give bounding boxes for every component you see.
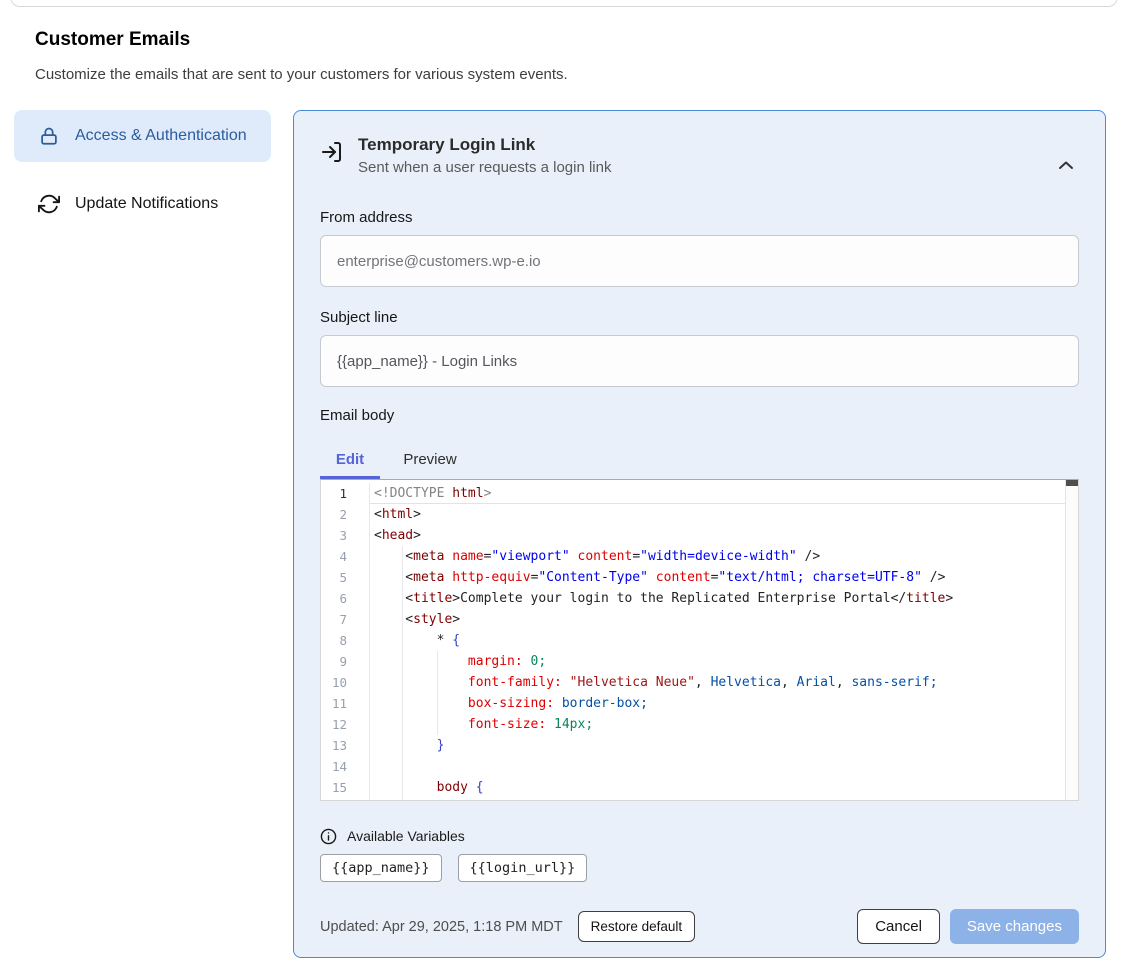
panel-footer: Updated: Apr 29, 2025, 1:18 PM MDT Resto… xyxy=(320,909,1079,944)
login-icon xyxy=(320,140,344,187)
code-line: 13 } xyxy=(321,735,1078,756)
email-types-sidebar: Access & Authentication Update Notificat… xyxy=(14,110,271,230)
tab-preview[interactable]: Preview xyxy=(380,439,480,479)
code-line: 5 <meta http-equiv="Content-Type" conten… xyxy=(321,567,1078,588)
code-line: 1<!DOCTYPE html> xyxy=(321,483,1078,504)
code-line: 15 body { xyxy=(321,777,1078,798)
code-line: 9 margin: 0; xyxy=(321,651,1078,672)
updated-timestamp: Updated: Apr 29, 2025, 1:18 PM MDT xyxy=(320,919,563,935)
subject-line-label: Subject line xyxy=(320,309,1079,327)
email-body-tabs: Edit Preview xyxy=(320,439,1079,479)
code-line: 14 xyxy=(321,756,1078,777)
code-line: 3<head> xyxy=(321,525,1078,546)
sidebar-item-label: Update Notifications xyxy=(75,192,218,216)
indent-guide xyxy=(402,546,403,800)
page-subtitle: Customize the emails that are sent to yo… xyxy=(35,66,568,83)
code-line: 16 background-color: #f8f8f8; xyxy=(321,798,1078,801)
code-line: 10 font-family: "Helvetica Neue", Helvet… xyxy=(321,672,1078,693)
indent-guide xyxy=(437,651,438,735)
lock-icon xyxy=(38,125,60,147)
code-line: 4 <meta name="viewport" content="width=d… xyxy=(321,546,1078,567)
info-icon xyxy=(320,828,337,845)
variable-chip-login-url[interactable]: {{login_url}} xyxy=(458,854,588,882)
cancel-button[interactable]: Cancel xyxy=(857,909,940,944)
variable-chip-app-name[interactable]: {{app_name}} xyxy=(320,854,442,882)
from-address-label: From address xyxy=(320,209,1079,227)
tab-edit[interactable]: Edit xyxy=(320,439,380,479)
page-title: Customer Emails xyxy=(35,29,190,51)
code-lines: 1<!DOCTYPE html>2<html>3<head>4 <meta na… xyxy=(321,480,1078,801)
sidebar-item-update-notifications[interactable]: Update Notifications xyxy=(14,178,271,230)
code-line: 11 box-sizing: border-box; xyxy=(321,693,1078,714)
refresh-icon xyxy=(38,193,60,215)
code-line: 6 <title>Complete your login to the Repl… xyxy=(321,588,1078,609)
available-variables: Available Variables xyxy=(320,827,1079,845)
code-line: 8 * { xyxy=(321,630,1078,651)
panel-header: Temporary Login Link Sent when a user re… xyxy=(320,135,1079,187)
editor-scrollbar[interactable] xyxy=(1065,480,1078,800)
code-line: 2<html> xyxy=(321,504,1078,525)
available-variables-label: Available Variables xyxy=(347,828,465,844)
panel-subtitle: Sent when a user requests a login link xyxy=(358,159,611,176)
sidebar-item-label: Access & Authentication xyxy=(75,124,247,148)
variable-chips: {{app_name}} {{login_url}} xyxy=(320,854,1079,882)
email-body-label: Email body xyxy=(320,407,1079,425)
code-editor[interactable]: 1<!DOCTYPE html>2<html>3<head>4 <meta na… xyxy=(320,479,1079,801)
restore-default-button[interactable]: Restore default xyxy=(578,911,696,942)
save-changes-button[interactable]: Save changes xyxy=(950,909,1079,944)
code-line: 7 <style> xyxy=(321,609,1078,630)
sidebar-item-access-authentication[interactable]: Access & Authentication xyxy=(14,110,271,162)
from-address-input[interactable] xyxy=(320,235,1079,287)
panel-title: Temporary Login Link xyxy=(358,135,611,155)
temporary-login-link-panel: Temporary Login Link Sent when a user re… xyxy=(293,110,1106,958)
top-container-remnant xyxy=(10,0,1118,7)
code-line: 12 font-size: 14px; xyxy=(321,714,1078,735)
subject-line-input[interactable] xyxy=(320,335,1079,387)
editor-scrollbar-thumb[interactable] xyxy=(1066,480,1078,486)
chevron-up-icon[interactable] xyxy=(1057,157,1079,173)
